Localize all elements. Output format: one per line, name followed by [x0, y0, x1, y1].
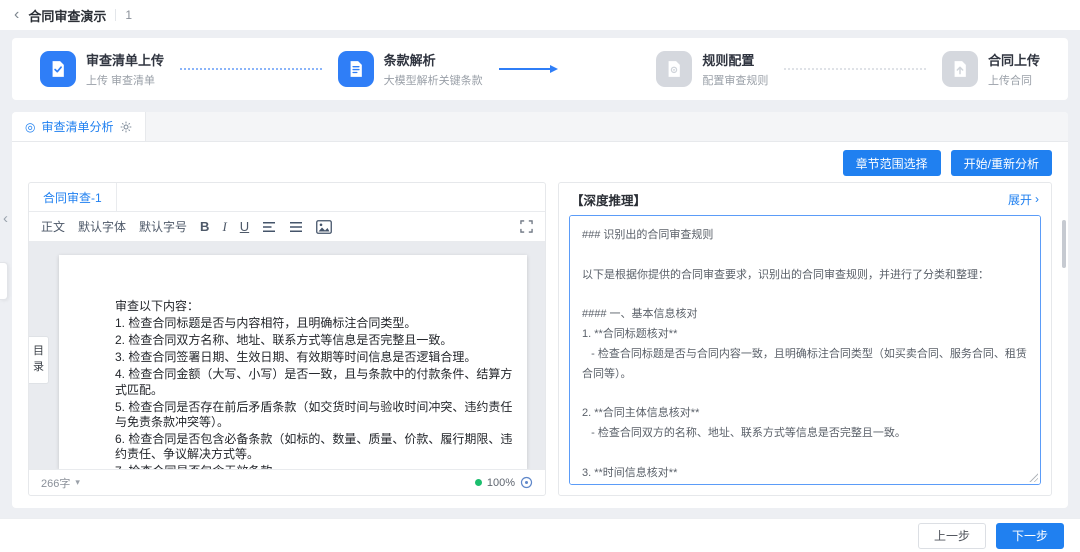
catalog-tab[interactable]: 目录 — [29, 336, 49, 384]
status-dot — [475, 479, 482, 486]
main-tabstrip: ◎ 审查清单分析 — [12, 112, 1068, 142]
document-item: 2. 检查合同双方名称、地址、联系方式等信息是否完整且一致。 — [115, 333, 513, 348]
editor-statusbar: 266字 ▾ 100% — [29, 469, 545, 495]
deep-reasoning-panel: 【深度推理】 展开 › ### 识别出的合同审查规则 以下是根据你提供的合同审查… — [558, 182, 1052, 496]
main-panel: ◎ 审查清单分析 章节范围选择 开始/重新分析 合同审查-1 正文 默认字体 默… — [12, 112, 1068, 508]
arrow-icon — [499, 68, 551, 70]
stepper: 审查清单上传 上传 审查清单 条款解析 大模型解析关键条款 规则配置 配置审查规… — [12, 38, 1068, 100]
zoom-reset-icon[interactable] — [520, 476, 533, 489]
header-divider — [115, 9, 116, 21]
document-upload-icon — [942, 51, 978, 87]
font-size-select[interactable]: 默认字号 — [139, 218, 187, 235]
underline-button[interactable]: U — [240, 219, 249, 234]
header-page-number: 1 — [125, 8, 132, 22]
zoom-level: 100% — [487, 477, 515, 489]
start-reanalyze-button[interactable]: 开始/重新分析 — [951, 150, 1052, 176]
document-item: 5. 检查合同是否存在前后矛盾条款（如交货时间与验收时间冲突、违约责任与免责条款… — [115, 400, 513, 430]
tab-review-list-analysis[interactable]: ◎ 审查清单分析 — [12, 112, 146, 141]
step-subtitle: 配置审查规则 — [702, 72, 768, 88]
italic-button[interactable]: I — [222, 219, 226, 235]
document-check-icon — [40, 51, 76, 87]
next-step-button[interactable]: 下一步 — [996, 523, 1064, 549]
analysis-actions: 章节范围选择 开始/重新分析 — [12, 142, 1068, 182]
bold-button[interactable]: B — [200, 219, 209, 234]
previous-step-button[interactable]: 上一步 — [918, 523, 986, 549]
reasoning-header: 【深度推理】 展开 › — [559, 183, 1051, 215]
tab-label: 审查清单分析 — [41, 118, 113, 135]
editor-tabbar: 合同审查-1 — [29, 183, 545, 212]
chapter-range-button[interactable]: 章节范围选择 — [843, 150, 941, 176]
reasoning-title: 【深度推理】 — [571, 190, 646, 209]
reasoning-textarea[interactable]: ### 识别出的合同审查规则 以下是根据你提供的合同审查要求，识别出的合同审查规… — [569, 215, 1041, 485]
document-gear-icon — [656, 51, 692, 87]
step-title: 合同上传 — [988, 50, 1040, 69]
step-subtitle: 上传 审查清单 — [86, 72, 164, 88]
document-item: 4. 检查合同金额（大写、小写）是否一致，且与条款中的付款条件、结算方式匹配。 — [115, 367, 513, 397]
image-icon[interactable] — [316, 220, 332, 234]
font-family-select[interactable]: 默认字体 — [78, 218, 126, 235]
page-header: ‹ 合同审查演示 1 — [0, 0, 1080, 30]
reasoning-body: ### 识别出的合同审查规则 以下是根据你提供的合同审查要求，识别出的合同审查规… — [559, 215, 1051, 495]
document-item: 3. 检查合同签署日期、生效日期、有效期等时间信息是否逻辑合理。 — [115, 350, 513, 365]
step-connector-dotted — [180, 68, 322, 70]
wizard-footer: 上一步 下一步 — [0, 518, 1080, 552]
chevron-down-icon[interactable]: ▾ — [75, 477, 80, 488]
step-clause-parsing[interactable]: 条款解析 大模型解析关键条款 — [338, 50, 483, 88]
fullscreen-icon[interactable] — [520, 220, 533, 233]
word-count: 266字 — [41, 475, 70, 491]
step-connector-arrow — [499, 68, 641, 70]
tab-contract-review-1[interactable]: 合同审查-1 — [29, 183, 117, 211]
step-subtitle: 上传合同 — [988, 72, 1040, 88]
analysis-content: 合同审查-1 正文 默认字体 默认字号 B I U — [12, 182, 1068, 496]
step-title: 规则配置 — [702, 50, 768, 69]
document-item: 6. 检查合同是否包含必备条款（如标的、数量、质量、价款、履行期限、违约责任、争… — [115, 432, 513, 462]
paragraph-style-select[interactable]: 正文 — [41, 218, 65, 235]
sidebar-handle[interactable] — [0, 262, 8, 300]
document-page[interactable]: 审查以下内容： 1. 检查合同标题是否与内容相符，且明确标注合同类型。 2. 检… — [59, 255, 527, 469]
document-lines-icon — [338, 51, 374, 87]
step-contract-upload[interactable]: 合同上传 上传合同 — [942, 50, 1040, 88]
expand-link[interactable]: 展开 › — [1008, 191, 1039, 208]
align-justify-icon[interactable] — [289, 220, 303, 234]
app-window: ‹ 合同审查演示 1 审查清单上传 上传 审查清单 条款解析 大模型解析关键条款 — [0, 0, 1080, 552]
document-intro: 审查以下内容： — [115, 299, 513, 314]
step-title: 条款解析 — [384, 50, 483, 69]
chevron-right-icon: › — [1035, 192, 1039, 206]
gear-icon[interactable] — [120, 121, 132, 133]
step-subtitle: 大模型解析关键条款 — [384, 72, 483, 88]
step-connector-dotted — [784, 68, 926, 70]
align-left-icon[interactable] — [262, 220, 276, 234]
page-title: 合同审查演示 — [28, 6, 106, 25]
step-rule-config[interactable]: 规则配置 配置审查规则 — [656, 50, 768, 88]
step-title: 审查清单上传 — [86, 50, 164, 69]
editor-toolbar: 正文 默认字体 默认字号 B I U — [29, 212, 545, 242]
sidebar-collapse-icon[interactable]: ‹ — [3, 210, 8, 227]
document-item: 7. 检查合同是否包含无效条款。 — [115, 464, 513, 469]
back-icon[interactable]: ‹ — [14, 7, 19, 23]
document-canvas[interactable]: 审查以下内容： 1. 检查合同标题是否与内容相符，且明确标注合同类型。 2. 检… — [29, 242, 545, 469]
document-item: 1. 检查合同标题是否与内容相符，且明确标注合同类型。 — [115, 316, 513, 331]
target-icon: ◎ — [25, 120, 35, 134]
vertical-scrollbar[interactable] — [1062, 220, 1066, 268]
step-review-list-upload[interactable]: 审查清单上传 上传 审查清单 — [40, 50, 164, 88]
contract-editor-panel: 合同审查-1 正文 默认字体 默认字号 B I U — [28, 182, 546, 496]
